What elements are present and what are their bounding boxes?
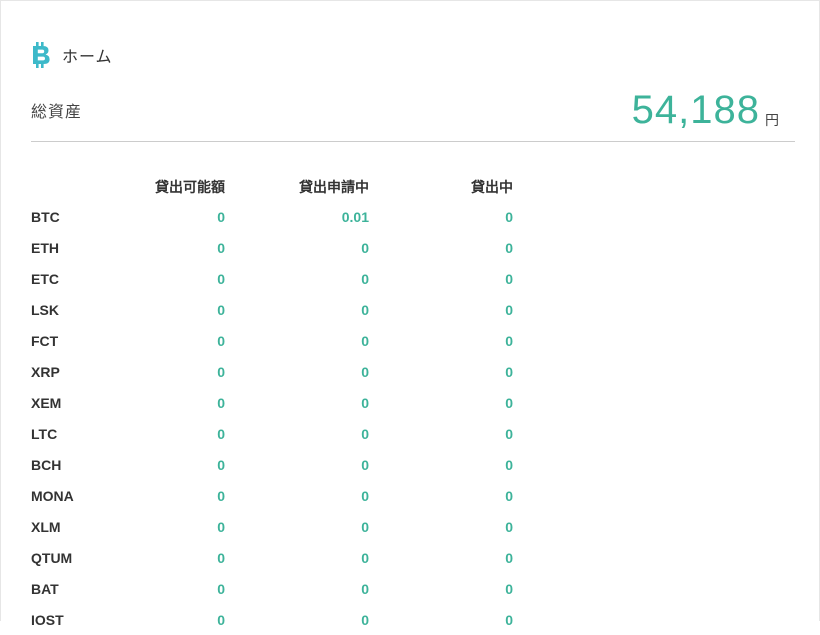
total-assets: 54,188 円 <box>632 86 779 134</box>
column-header-requesting: 貸出申請中 <box>299 178 369 195</box>
column-header-lending: 貸出中 <box>471 178 513 195</box>
row-available: 0 <box>217 425 225 442</box>
row-available: 0 <box>217 456 225 473</box>
balances-table: 貸出可能額 貸出申請中 貸出中 BTC 0 0.01 0 ETH 0 0 0 E… <box>31 172 513 635</box>
row-lending: 0 <box>505 487 513 504</box>
row-available: 0 <box>217 270 225 287</box>
row-requesting: 0 <box>361 518 369 535</box>
row-requesting: 0 <box>361 611 369 628</box>
row-symbol: IOST <box>31 611 64 628</box>
row-requesting: 0 <box>361 456 369 473</box>
row-symbol: XRP <box>31 363 60 380</box>
row-available: 0 <box>217 239 225 256</box>
row-requesting: 0 <box>361 301 369 318</box>
row-lending: 0 <box>505 239 513 256</box>
column-header-symbol <box>31 172 101 201</box>
table-row: LTC 0 0 0 <box>31 418 513 449</box>
row-requesting: 0 <box>361 425 369 442</box>
row-requesting: 0 <box>361 363 369 380</box>
table-row: XEM 0 0 0 <box>31 387 513 418</box>
bitcoin-icon <box>31 40 51 70</box>
row-available: 0 <box>217 332 225 349</box>
row-available: 0 <box>217 394 225 411</box>
divider <box>31 141 795 142</box>
row-available: 0 <box>217 363 225 380</box>
row-lending: 0 <box>505 363 513 380</box>
row-lending: 0 <box>505 456 513 473</box>
row-available: 0 <box>217 208 225 225</box>
row-available: 0 <box>217 518 225 535</box>
column-header-available: 貸出可能額 <box>155 178 225 195</box>
row-symbol: LSK <box>31 301 59 318</box>
row-requesting: 0 <box>361 580 369 597</box>
row-symbol: QTUM <box>31 549 73 566</box>
page-header: ホーム <box>31 40 113 70</box>
table-row: IOST 0 0 0 <box>31 604 513 635</box>
row-symbol: XEM <box>31 394 62 411</box>
row-lending: 0 <box>505 580 513 597</box>
table-row: BCH 0 0 0 <box>31 449 513 480</box>
row-symbol: XLM <box>31 518 61 535</box>
total-assets-value: 54,188 <box>631 88 760 132</box>
page-title: ホーム <box>62 49 113 66</box>
row-available: 0 <box>217 580 225 597</box>
row-lending: 0 <box>505 611 513 628</box>
row-requesting: 0 <box>361 270 369 287</box>
row-requesting: 0 <box>361 394 369 411</box>
table-row: MONA 0 0 0 <box>31 480 513 511</box>
row-requesting: 0 <box>361 239 369 256</box>
table-row: FCT 0 0 0 <box>31 325 513 356</box>
row-lending: 0 <box>505 518 513 535</box>
total-assets-label: 総資産 <box>31 104 83 121</box>
row-lending: 0 <box>505 332 513 349</box>
row-available: 0 <box>217 487 225 504</box>
table-row: BAT 0 0 0 <box>31 573 513 604</box>
row-symbol: BAT <box>31 580 59 597</box>
table-row: QTUM 0 0 0 <box>31 542 513 573</box>
row-lending: 0 <box>505 549 513 566</box>
row-lending: 0 <box>505 301 513 318</box>
row-symbol: BTC <box>31 208 60 225</box>
row-available: 0 <box>217 549 225 566</box>
table-header-row: 貸出可能額 貸出申請中 貸出中 <box>31 172 513 201</box>
row-symbol: ETC <box>31 270 59 287</box>
row-lending: 0 <box>505 208 513 225</box>
table-row: ETH 0 0 0 <box>31 232 513 263</box>
table-row: XRP 0 0 0 <box>31 356 513 387</box>
row-available: 0 <box>217 301 225 318</box>
row-symbol: LTC <box>31 425 58 442</box>
table-row: XLM 0 0 0 <box>31 511 513 542</box>
row-symbol: BCH <box>31 456 62 473</box>
table-row: BTC 0 0.01 0 <box>31 201 513 232</box>
row-lending: 0 <box>505 425 513 442</box>
row-symbol: MONA <box>31 487 74 504</box>
table-row: LSK 0 0 0 <box>31 294 513 325</box>
row-lending: 0 <box>505 270 513 287</box>
row-requesting: 0.01 <box>341 208 369 225</box>
row-requesting: 0 <box>361 332 369 349</box>
row-symbol: FCT <box>31 332 59 349</box>
table-row: ETC 0 0 0 <box>31 263 513 294</box>
row-available: 0 <box>217 611 225 628</box>
row-requesting: 0 <box>361 487 369 504</box>
row-requesting: 0 <box>361 549 369 566</box>
row-symbol: ETH <box>31 239 59 256</box>
total-assets-unit: 円 <box>765 112 779 128</box>
row-lending: 0 <box>505 394 513 411</box>
